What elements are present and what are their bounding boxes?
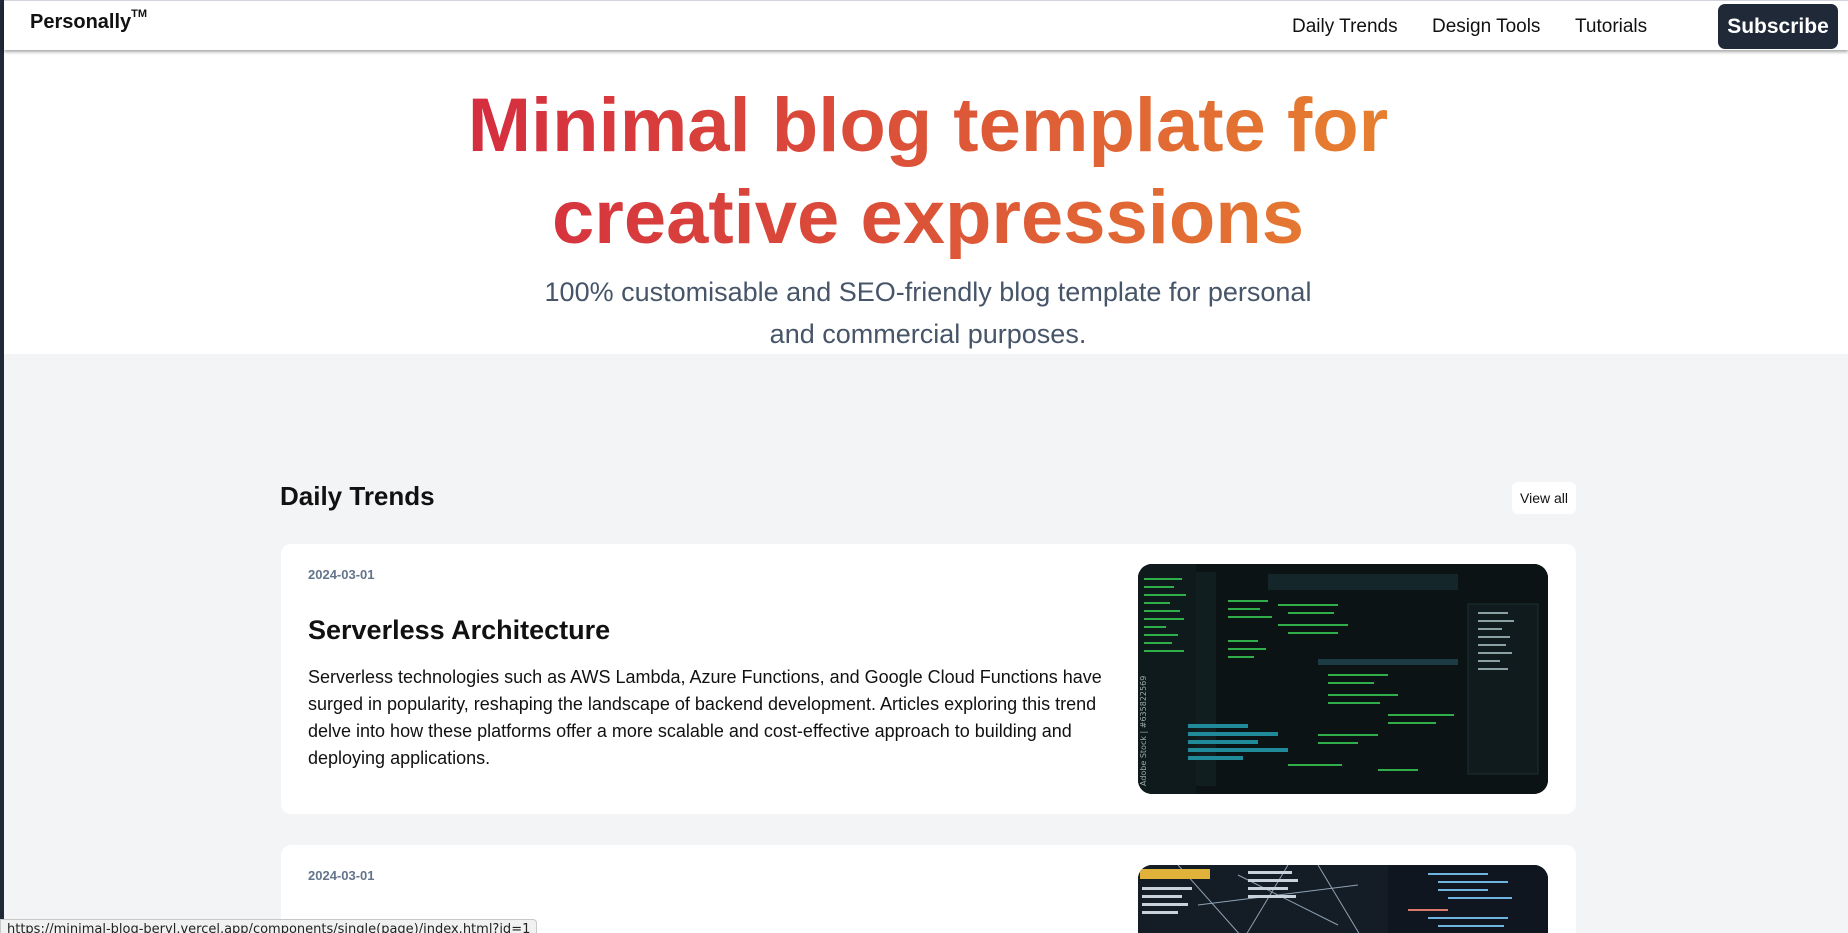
hero-title: Minimal blog template for creative expre… bbox=[400, 80, 1456, 264]
post-date: 2024-03-01 bbox=[308, 868, 375, 883]
hero-title-line1: Minimal blog template for bbox=[467, 83, 1389, 168]
nav-link-tutorials[interactable]: Tutorials bbox=[1575, 16, 1647, 38]
post-date: 2024-03-01 bbox=[308, 567, 375, 582]
post-thumbnail[interactable]: Adobe Stock | #635822569 bbox=[1138, 564, 1548, 794]
view-all-button[interactable]: View all bbox=[1512, 482, 1576, 514]
hero-subtitle-line2: and commercial purposes. bbox=[769, 319, 1087, 349]
trademark-mark: TM bbox=[131, 8, 148, 21]
nav-link-design-tools[interactable]: Design Tools bbox=[1432, 16, 1540, 38]
post-excerpt: Serverless technologies such as AWS Lamb… bbox=[308, 667, 1102, 768]
code-screenshot-image: Adobe Stock | #635822569 bbox=[1138, 564, 1548, 794]
section-title: Daily Trends bbox=[280, 481, 435, 511]
hero-title-line2: creative expressions bbox=[551, 175, 1305, 260]
nav-link-daily-trends[interactable]: Daily Trends bbox=[1292, 16, 1398, 38]
status-bar-url: https://minimal-blog-beryl.vercel.app/co… bbox=[0, 919, 538, 933]
brand-name: Personally bbox=[30, 11, 132, 33]
hero-subtitle-line1: 100% customisable and SEO-friendly blog … bbox=[544, 277, 1312, 307]
post-title[interactable]: Serverless Architecture bbox=[308, 615, 610, 646]
post-card[interactable]: 2024-03-01 Serverless Architecture Serve… bbox=[281, 544, 1576, 814]
brand-logo[interactable]: PersonallyTM bbox=[30, 8, 148, 34]
post-thumbnail[interactable] bbox=[1138, 865, 1548, 933]
top-navbar: PersonallyTM Daily Trends Design Tools T… bbox=[4, 0, 1848, 50]
image-watermark: Adobe Stock | #635822569 bbox=[1139, 676, 1148, 786]
hero-subtitle: 100% customisable and SEO-friendly blog … bbox=[500, 271, 1356, 355]
diagram-screenshot-image bbox=[1138, 865, 1548, 933]
subscribe-button[interactable]: Subscribe bbox=[1718, 4, 1838, 49]
